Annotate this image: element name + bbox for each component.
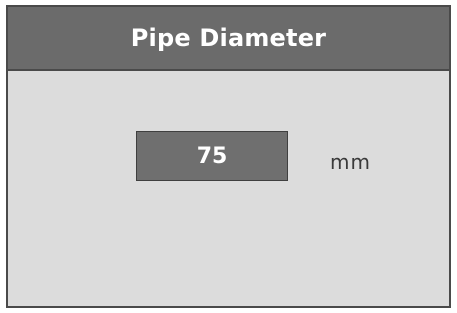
pipe-diameter-panel: Pipe Diameter 75 mm [6, 5, 451, 308]
diameter-value: 75 [196, 143, 228, 169]
panel-title: Pipe Diameter [130, 24, 327, 52]
panel-header: Pipe Diameter [8, 7, 449, 71]
unit-label: mm [330, 150, 371, 174]
diameter-value-field[interactable]: 75 [136, 131, 288, 181]
